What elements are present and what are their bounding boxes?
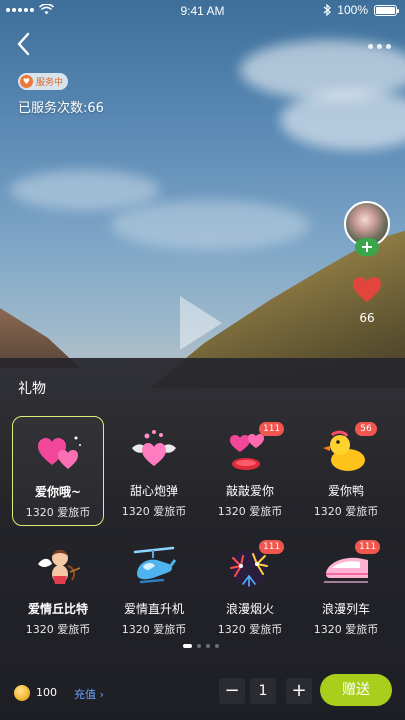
- gift-price: 1320 爱旅币: [121, 623, 187, 636]
- page-indicator: [183, 644, 219, 648]
- gift-name: 爱你哦~: [34, 485, 82, 499]
- page-dot: [206, 644, 210, 648]
- service-count-label: 已服务次数:: [18, 101, 88, 116]
- quantity-field[interactable]: 1: [250, 678, 276, 704]
- heart-like-icon[interactable]: [352, 276, 382, 304]
- winged-heart-icon: [132, 430, 176, 466]
- gift-name: 甜心炮弹: [129, 484, 178, 498]
- gift-name: 爱你鸭: [327, 484, 364, 498]
- status-bar: 9:41 AM 100%: [0, 0, 405, 22]
- gift-item[interactable]: 爱你哦~ 1320 爱旅币: [12, 416, 104, 526]
- heart-icon: ♥: [20, 75, 33, 88]
- bluetooth-icon: [323, 4, 332, 16]
- panel-title: 礼物: [18, 381, 46, 397]
- more-options-icon[interactable]: [368, 44, 391, 49]
- cloud: [110, 200, 310, 250]
- gift-item[interactable]: 爱情直升机 1320 爱旅币: [108, 534, 200, 644]
- service-count-value: 66: [87, 101, 104, 116]
- gift-item[interactable]: 甜心炮弹 1320 爱旅币: [108, 416, 200, 526]
- increase-quantity-button[interactable]: +: [286, 678, 312, 704]
- gift-price: 1320 爱旅币: [313, 623, 379, 636]
- battery-percent: 100%: [337, 3, 368, 17]
- cloud: [280, 90, 405, 150]
- gift-price: 1320 爱旅币: [217, 505, 283, 518]
- back-arrow-icon[interactable]: [12, 30, 36, 58]
- gift-name: 浪漫列车: [321, 602, 370, 616]
- gift-panel: 礼物 爱你哦~ 1320 爱旅币 甜心炮弹 1320 爱旅币 111 敲敲爱你 …: [0, 358, 405, 720]
- gift-item[interactable]: 111 敲敲爱你 1320 爱旅币: [204, 416, 296, 526]
- page-dot: [197, 644, 201, 648]
- gift-price: 1320 爱旅币: [25, 623, 91, 636]
- gift-item[interactable]: 爱情丘比特 1320 爱旅币: [12, 534, 104, 644]
- gift-bottom-bar: 100 充值 › − 1 + 赠送: [0, 673, 405, 713]
- service-status-badge: ♥ 服务中: [18, 73, 69, 90]
- gift-count-badge: 111: [259, 422, 285, 436]
- gift-count-badge: 111: [355, 540, 381, 554]
- coin-balance: 100: [36, 686, 57, 699]
- gift-item[interactable]: 56 爱你鸭 1320 爱旅币: [300, 416, 392, 526]
- gift-price: 1320 爱旅币: [25, 506, 91, 519]
- gift-price: 1320 爱旅币: [121, 505, 187, 518]
- helicopter-icon: [133, 546, 177, 584]
- gift-item[interactable]: 111 浪漫列车 1320 爱旅币: [300, 534, 392, 644]
- gift-name: 爱情直升机: [123, 602, 184, 616]
- cloud: [10, 170, 160, 210]
- service-count: 已服务次数:66: [18, 97, 104, 116]
- follow-button[interactable]: +: [355, 238, 379, 256]
- gift-price: 1320 爱旅币: [217, 623, 283, 636]
- decrease-quantity-button[interactable]: −: [219, 678, 245, 704]
- recharge-link[interactable]: 充值 ›: [74, 686, 104, 702]
- gift-name: 浪漫烟火: [225, 602, 274, 616]
- page-dot-active: [183, 644, 192, 648]
- play-icon[interactable]: [180, 296, 222, 350]
- coin-icon: [14, 685, 30, 701]
- battery-icon: [374, 4, 399, 16]
- gift-name: 爱情丘比特: [27, 602, 88, 616]
- gift-count-badge: 111: [259, 540, 285, 554]
- cupid-icon: [38, 550, 81, 584]
- gift-price: 1320 爱旅币: [313, 505, 379, 518]
- gift-item[interactable]: 111 浪漫烟火 1320 爱旅币: [204, 534, 296, 644]
- page-dot: [215, 644, 219, 648]
- gift-count-badge: 56: [355, 422, 377, 436]
- double-heart-icon: [38, 436, 81, 469]
- gift-name: 敲敲爱你: [225, 484, 274, 498]
- service-status-label: 服务中: [36, 78, 64, 88]
- send-gift-button[interactable]: 赠送: [320, 674, 392, 706]
- like-count: 66: [359, 311, 375, 325]
